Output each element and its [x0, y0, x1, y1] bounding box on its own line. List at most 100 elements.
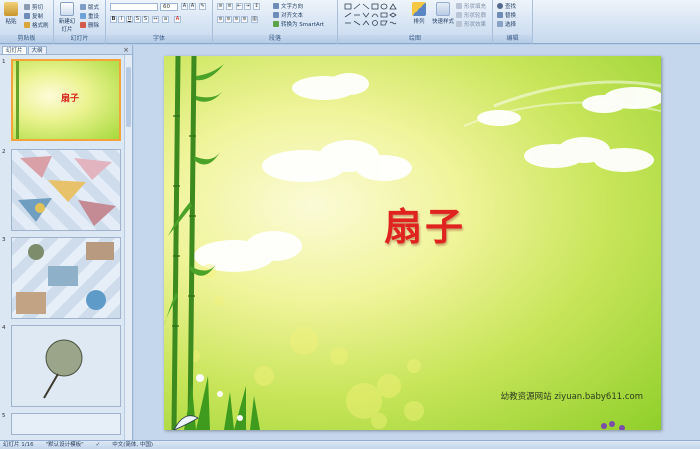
font-size-box[interactable]: 60 [160, 3, 178, 11]
language-indicator[interactable]: 中文(简体, 中国) [112, 441, 153, 449]
font-name-box[interactable] [110, 3, 158, 11]
spellcheck-icon[interactable]: ✓ [96, 441, 101, 449]
columns-button[interactable]: ▥ [251, 16, 258, 23]
ribbon: 粘贴 剪切 复制 格式刷 剪贴板 新建幻灯片 版式 重设 删除 幻灯片 60 A… [0, 0, 700, 44]
font-group: 60 A A ✎ B I U S S ↔ a A 字体 [106, 0, 213, 44]
fill-bucket-icon [456, 3, 462, 9]
binoculars-icon [497, 3, 503, 9]
pane-tabs: 幻灯片 大纲 [0, 45, 132, 55]
drawing-label: 绘图 [338, 35, 492, 43]
slide-footer-text[interactable]: 幼教资源网站 ziyuan.baby611.com [501, 390, 643, 402]
replace-button[interactable]: 替换 [497, 11, 516, 19]
strikethrough-button[interactable]: S [134, 16, 141, 23]
align-right-button[interactable]: ≡ [233, 16, 240, 23]
fan-collage [16, 242, 114, 314]
tab-slides[interactable]: 幻灯片 [2, 46, 27, 54]
find-button[interactable]: 查找 [497, 2, 516, 10]
clipboard-label: 剪贴板 [0, 35, 53, 43]
reset-button[interactable]: 重设 [80, 12, 99, 20]
clear-format-button[interactable]: ✎ [199, 3, 206, 10]
align-text-icon [273, 12, 279, 18]
change-case-button[interactable]: a [162, 16, 169, 23]
tab-outline[interactable]: 大纲 [27, 46, 47, 54]
grow-font-button[interactable]: A [181, 3, 188, 10]
text-direction-icon [273, 3, 279, 9]
thumb-number: 2 [2, 149, 6, 155]
shadow-button[interactable]: S [142, 16, 149, 23]
cursor-icon [497, 21, 503, 27]
shape-fill-button[interactable]: 形状填充 [456, 2, 486, 10]
increase-indent-button[interactable]: ⇥ [244, 3, 251, 10]
layout-icon [80, 4, 86, 10]
reset-icon [80, 13, 86, 19]
shape-effects-button[interactable]: 形状效果 [456, 20, 486, 28]
thumb-title: 扇子 [61, 94, 80, 104]
align-text-button[interactable]: 对齐文本 [273, 11, 303, 19]
italic-button[interactable]: I [118, 16, 125, 23]
arrange-button[interactable]: 排列 [410, 2, 428, 25]
shapes-gallery[interactable] [344, 3, 406, 29]
slide-thumbnail-pane: 幻灯片 大纲 × 1 扇子 2 3 4 5 [0, 45, 133, 440]
thumb-number: 4 [2, 325, 6, 331]
editing-group: 查找 替换 选择 编辑 [493, 0, 533, 44]
underline-button[interactable]: U [126, 16, 133, 23]
copy-icon [24, 13, 30, 19]
slide-title[interactable]: 扇子 [384, 196, 466, 251]
font-color-button[interactable]: A [174, 16, 181, 23]
copy-button[interactable]: 复制 [24, 12, 43, 20]
paragraph-group: ≡ ≡ ⇤ ⇥ ↕ ≡ ≡ ≡ ≡ ▥ 文字方向 对齐文本 转换为 SmartA… [213, 0, 338, 44]
delete-icon [80, 22, 86, 28]
thumb-image [11, 413, 121, 435]
paragraph-label: 段落 [213, 35, 337, 43]
brush-icon [24, 22, 30, 28]
drawing-group: 排列 快速样式 形状填充 形状轮廓 形状效果 绘图 [338, 0, 493, 44]
pane-scrollbar[interactable] [124, 55, 132, 440]
thumb-image: 扇子 [11, 59, 121, 141]
line-spacing-button[interactable]: ↕ [253, 3, 260, 10]
decrease-indent-button[interactable]: ⇤ [236, 3, 243, 10]
theme-name[interactable]: "默认设计模板" [46, 441, 84, 449]
slides-label: 幻灯片 [54, 35, 105, 43]
layout-button[interactable]: 版式 [80, 3, 99, 11]
align-center-button[interactable]: ≡ [225, 16, 232, 23]
quick-styles-button[interactable]: 快速样式 [432, 2, 454, 25]
scrollbar-handle[interactable] [126, 67, 131, 127]
format-painter-button[interactable]: 格式刷 [24, 21, 49, 29]
slide-editing-area: 扇子 幼教资源网站 ziyuan.baby611.com [134, 45, 700, 440]
shrink-font-button[interactable]: A [189, 3, 196, 10]
current-slide[interactable]: 扇子 幼教资源网站 ziyuan.baby611.com [164, 56, 661, 430]
justify-button[interactable]: ≡ [241, 16, 248, 23]
thumb-image [11, 237, 121, 319]
numbering-button[interactable]: ≡ [226, 3, 233, 10]
bold-button[interactable]: B [110, 16, 117, 23]
paste-button[interactable]: 粘贴 [2, 2, 20, 25]
slide-counter: 幻灯片 1/16 [3, 442, 34, 448]
smartart-button[interactable]: 转换为 SmartArt [273, 20, 324, 28]
thumb-number: 5 [2, 413, 6, 419]
clipboard-group: 粘贴 剪切 复制 格式刷 剪贴板 [0, 0, 54, 44]
thumb-image [11, 149, 121, 231]
bamboo-stalk [16, 61, 19, 139]
arrange-icon [412, 2, 426, 16]
text-direction-button[interactable]: 文字方向 [273, 2, 303, 10]
fan-collage [18, 156, 116, 226]
thumb-image [11, 325, 121, 407]
select-button[interactable]: 选择 [497, 20, 516, 28]
pen-icon [456, 12, 462, 18]
replace-icon [497, 12, 503, 18]
delete-slide-button[interactable]: 删除 [80, 21, 99, 29]
editing-label: 编辑 [493, 35, 532, 43]
paste-icon [4, 2, 18, 16]
char-spacing-button[interactable]: ↔ [152, 16, 159, 23]
align-left-button[interactable]: ≡ [217, 16, 224, 23]
round-fan-image [43, 339, 83, 399]
thumb-number: 3 [2, 237, 6, 243]
cut-button[interactable]: 剪切 [24, 3, 43, 11]
shape-outline-button[interactable]: 形状轮廓 [456, 11, 486, 19]
new-slide-icon [60, 2, 74, 16]
bullets-button[interactable]: ≡ [217, 3, 224, 10]
thumb-number: 1 [2, 59, 6, 65]
close-icon[interactable]: × [123, 46, 129, 54]
new-slide-button[interactable]: 新建幻灯片 [57, 2, 77, 33]
font-label: 字体 [106, 35, 212, 43]
